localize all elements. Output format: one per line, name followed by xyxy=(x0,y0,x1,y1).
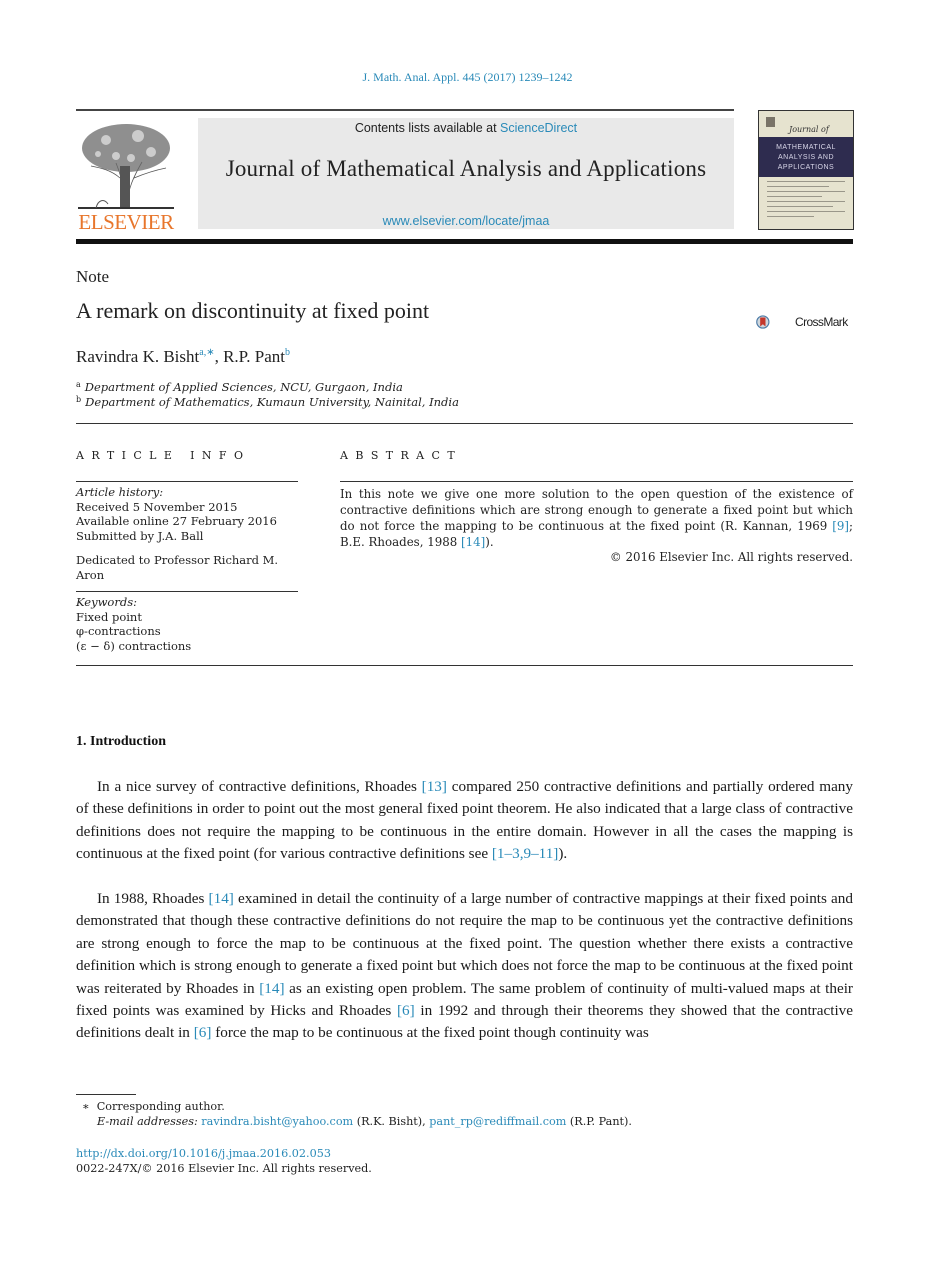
section-rule xyxy=(76,665,853,666)
crossmark-label[interactable]: CrossMark xyxy=(795,315,848,329)
doi-link[interactable]: http://dx.doi.org/10.1016/j.jmaa.2016.02… xyxy=(76,1147,331,1160)
issn-copyright: 0022-247X/© 2016 Elsevier Inc. All right… xyxy=(76,1162,372,1175)
body-paragraph: In 1988, Rhoades [14] examined in detail… xyxy=(76,888,853,1045)
header-rule xyxy=(76,109,734,111)
paragraph-text: In a nice survey of contractive definiti… xyxy=(97,778,422,795)
contents-available-line: Contents lists available at ScienceDirec… xyxy=(198,121,734,135)
paragraph-text: force the map to be continuous at the fi… xyxy=(211,1024,649,1042)
footnote-corresponding: ∗ Corresponding author. xyxy=(82,1100,225,1113)
reference-link[interactable]: [1–3,9–11] xyxy=(492,845,559,862)
keyword: φ-contractions xyxy=(76,624,161,638)
article-title: A remark on discontinuity at fixed point xyxy=(76,298,430,323)
keyword: Fixed point xyxy=(76,609,142,624)
email-link[interactable]: pant_rp@rediffmail.com xyxy=(429,1115,566,1128)
section-rule xyxy=(76,423,853,424)
cover-title-band: MATHEMATICAL ANALYSIS AND APPLICATIONS xyxy=(759,137,853,177)
article-type-label: Note xyxy=(76,267,110,286)
email-link[interactable]: ravindra.bisht@yahoo.com xyxy=(201,1115,353,1128)
reference-link[interactable]: [6] xyxy=(397,1002,415,1019)
article-info-heading: ARTICLE INFO xyxy=(76,449,251,462)
author-list: Ravindra K. Bishta,∗, R.P. Pantb xyxy=(76,347,290,367)
sciencedirect-link[interactable]: ScienceDirect xyxy=(500,121,577,135)
history-online: Available online 27 February 2016 xyxy=(76,514,277,528)
reference-link[interactable]: [14] xyxy=(259,980,284,997)
paragraph-text: ). xyxy=(558,845,568,863)
cover-title-line: APPLICATIONS xyxy=(777,164,835,171)
article-history: Article history: Received 5 November 201… xyxy=(76,485,306,543)
affiliation: b Department of Mathematics, Kumaun Unive… xyxy=(76,395,459,409)
elsevier-wordmark: ELSEVIER xyxy=(78,210,174,234)
abstract-text-part: ). xyxy=(485,535,494,549)
crossmark-icon[interactable] xyxy=(756,304,794,340)
author-name: Ravindra K. Bisht xyxy=(76,347,200,366)
history-submitted: Submitted by J.A. Ball xyxy=(76,528,204,543)
author-marks[interactable]: b xyxy=(285,347,290,358)
footnote-text: Corresponding author. xyxy=(96,1100,225,1113)
cover-title-line: MATHEMATICAL xyxy=(776,144,836,151)
abstract-rule xyxy=(340,481,853,482)
paragraph-text: In 1988, Rhoades xyxy=(97,890,209,907)
abstract-heading: ABSTRACT xyxy=(340,449,463,462)
section-heading: 1. Introduction xyxy=(76,734,166,749)
abstract-text-part: In this note we give one more solution t… xyxy=(340,487,853,533)
footnote-mark: ∗ xyxy=(82,1100,90,1113)
abstract-copyright: © 2016 Elsevier Inc. All rights reserved… xyxy=(609,550,853,564)
journal-header-banner: Contents lists available at ScienceDirec… xyxy=(198,118,734,229)
reference-link[interactable]: [6] xyxy=(194,1024,212,1041)
keyword: (ε − δ) contractions xyxy=(76,638,192,653)
email-owner: (R.K. Bisht), xyxy=(353,1115,430,1128)
email-label: E-mail addresses: xyxy=(97,1115,198,1128)
reference-link[interactable]: [14] xyxy=(209,890,234,907)
cover-title-line: ANALYSIS AND xyxy=(777,154,835,161)
affiliation-mark: b xyxy=(76,395,82,404)
cover-subtitle: Journal of xyxy=(789,125,829,134)
history-received: Received 5 November 2015 xyxy=(76,499,238,514)
journal-citation[interactable]: J. Math. Anal. Appl. 445 (2017) 1239–124… xyxy=(0,70,935,85)
cover-text-lines xyxy=(767,181,845,221)
footnote-rule xyxy=(76,1094,136,1095)
article-info-rule xyxy=(76,591,298,592)
article-info-rule xyxy=(76,481,298,482)
keywords-label: Keywords: xyxy=(76,595,137,609)
affiliation: a Department of Applied Sciences, NCU, Gu… xyxy=(76,380,403,394)
email-owner: (R.P. Pant). xyxy=(566,1115,632,1128)
reference-link[interactable]: [14] xyxy=(461,535,485,549)
body-paragraph: In a nice survey of contractive definiti… xyxy=(76,776,853,866)
reference-link[interactable]: [9] xyxy=(832,519,849,533)
affiliation-mark: a xyxy=(76,380,81,389)
affiliation-text: Department of Mathematics, Kumaun Univer… xyxy=(85,395,459,409)
author-marks[interactable]: a,∗ xyxy=(199,347,214,358)
author-name: R.P. Pant xyxy=(223,347,285,366)
header-thick-rule xyxy=(76,239,853,244)
contents-prefix: Contents lists available at xyxy=(354,121,501,135)
journal-url-link[interactable]: www.elsevier.com/locate/jmaa xyxy=(198,214,734,228)
history-label: Article history: xyxy=(76,485,164,499)
abstract-text: In this note we give one more solution t… xyxy=(340,486,853,550)
journal-cover-thumbnail: Journal of MATHEMATICAL ANALYSIS AND APP… xyxy=(758,110,854,230)
footnote-emails: E-mail addresses: ravindra.bisht@yahoo.c… xyxy=(97,1115,632,1128)
cover-emblem-icon xyxy=(766,117,775,127)
reference-link[interactable]: [13] xyxy=(422,778,447,795)
keywords: Keywords: Fixed point φ-contractions (ε … xyxy=(76,595,306,653)
author-separator: , xyxy=(214,347,224,366)
affiliation-text: Department of Applied Sciences, NCU, Gur… xyxy=(84,380,403,394)
dedication: Dedicated to Professor Richard M. Aron xyxy=(76,553,279,582)
journal-title: Journal of Mathematical Analysis and App… xyxy=(225,156,707,181)
